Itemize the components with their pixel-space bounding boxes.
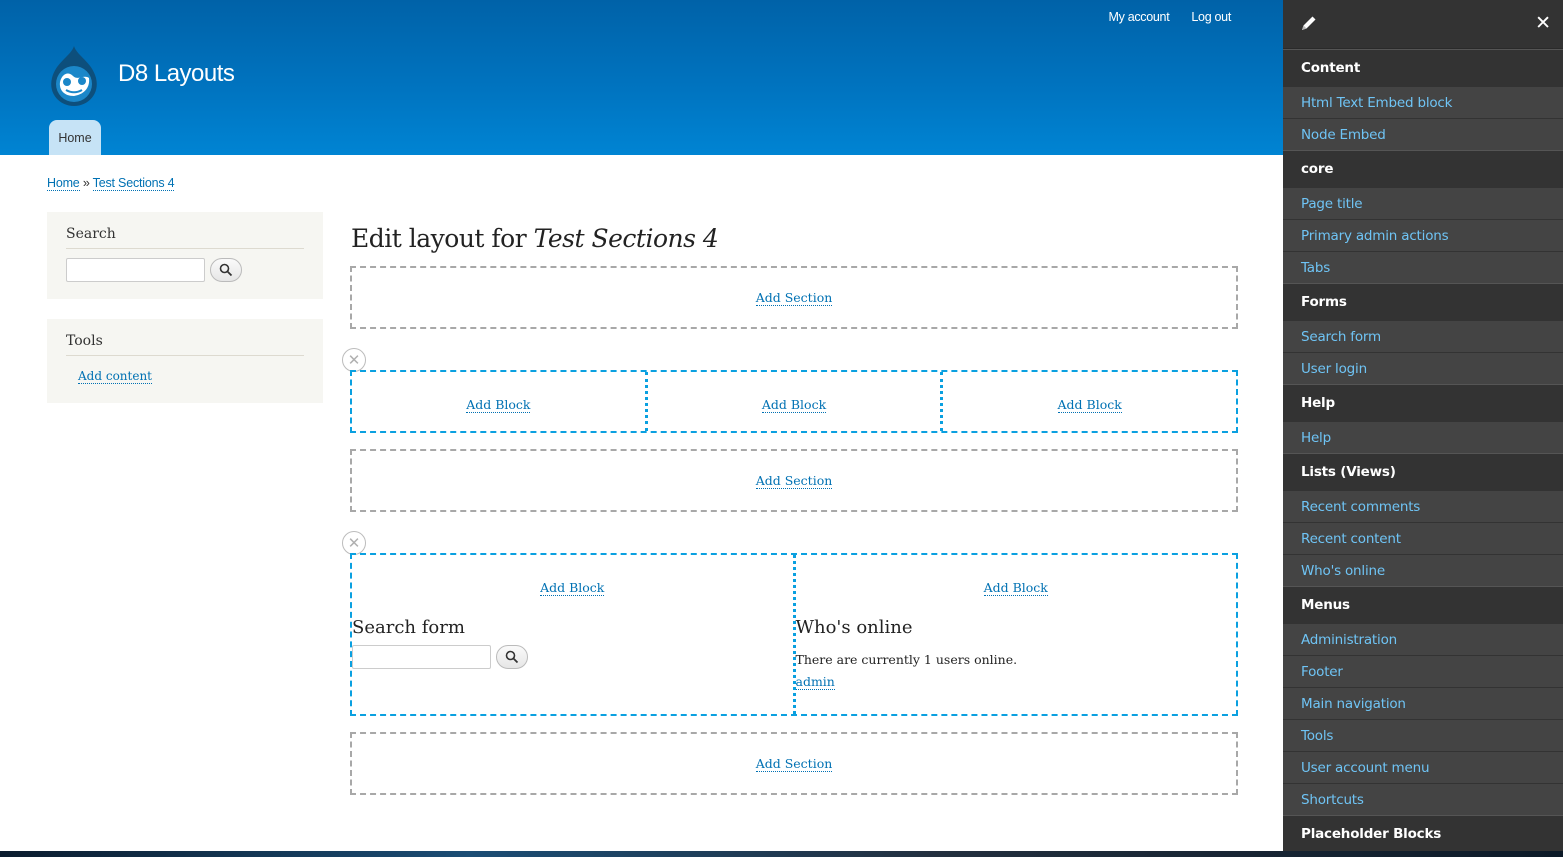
sidebar-search-block: Search <box>47 212 323 299</box>
add-section-link[interactable]: Add Section <box>755 756 833 772</box>
breadcrumb: Home » Test Sections 4 <box>47 176 175 191</box>
block-choice-link[interactable]: Search form <box>1283 320 1563 352</box>
block-choice-link[interactable]: Html Text Embed block <box>1283 86 1563 118</box>
whos-online-block-title: Who's online <box>795 617 913 638</box>
block-choice-link[interactable]: Recent comments <box>1283 490 1563 522</box>
search-form-input[interactable] <box>352 645 491 669</box>
sidebar-search-button[interactable] <box>210 258 242 282</box>
add-block-link[interactable]: Add Block <box>761 397 827 413</box>
add-section-box: Add Section <box>350 732 1238 795</box>
search-form-block <box>352 645 528 669</box>
close-icon: ✕ <box>347 351 361 369</box>
my-account-link[interactable]: My account <box>1108 10 1169 24</box>
block-category-title: Help <box>1283 384 1563 421</box>
layout-section-three-col: Add Block Add Block Add Block <box>350 370 1238 433</box>
breadcrumb-separator: » <box>82 176 90 190</box>
layout-region-third: Add Block <box>940 372 1236 431</box>
breadcrumb-home[interactable]: Home <box>47 176 80 191</box>
search-icon <box>505 650 519 664</box>
layout-region-second: Add Block <box>644 372 941 431</box>
close-icon: ✕ <box>347 534 361 552</box>
add-section-link[interactable]: Add Section <box>755 473 833 489</box>
drupal-logo-icon[interactable] <box>46 44 102 108</box>
block-category-title: Forms <box>1283 283 1563 320</box>
whos-online-user-link[interactable]: admin <box>795 674 835 690</box>
block-category-title: Lists (Views) <box>1283 453 1563 490</box>
block-choice-link[interactable]: Tabs <box>1283 251 1563 283</box>
page-title: Edit layout for Test Sections 4 <box>351 224 719 253</box>
block-choice-link[interactable]: Help <box>1283 421 1563 453</box>
block-choice-link[interactable]: Shortcuts <box>1283 783 1563 815</box>
block-choice-link[interactable]: User account menu <box>1283 751 1563 783</box>
block-category-title: Content <box>1283 49 1563 86</box>
search-form-button[interactable] <box>496 645 528 669</box>
panel-header: ✕ <box>1283 0 1563 49</box>
main-nav-home-tab[interactable]: Home <box>49 120 101 155</box>
block-choice-link[interactable]: Who's online <box>1283 554 1563 586</box>
page-title-node: Test Sections 4 <box>533 224 719 253</box>
layout-region-first: Add Block Search form <box>352 555 793 714</box>
close-icon[interactable]: ✕ <box>1535 12 1551 34</box>
whos-online-text: There are currently 1 users online. <box>795 652 1018 667</box>
sidebar-tools-block: Tools Add content <box>47 319 323 403</box>
add-block-link[interactable]: Add Block <box>1057 397 1122 413</box>
layout-region-second: Add Block Who's online There are current… <box>792 555 1237 714</box>
remove-section-button[interactable]: ✕ <box>342 531 366 555</box>
block-choice-link[interactable]: Primary admin actions <box>1283 219 1563 251</box>
add-block-link[interactable]: Add Block <box>540 580 605 596</box>
remove-section-button[interactable]: ✕ <box>342 348 366 372</box>
layout-region-first: Add Block <box>352 372 645 431</box>
search-block-title: Search <box>66 226 304 249</box>
site-header: D8 Layouts My account Log out Home <box>0 0 1283 155</box>
block-choice-link[interactable]: Footer <box>1283 655 1563 687</box>
block-category-title: core <box>1283 150 1563 187</box>
block-choice-link[interactable]: Recent content <box>1283 522 1563 554</box>
block-choice-link[interactable]: Tools <box>1283 719 1563 751</box>
block-choice-link[interactable]: User login <box>1283 352 1563 384</box>
block-category-title: Menus <box>1283 586 1563 623</box>
block-choice-link[interactable]: Administration <box>1283 623 1563 655</box>
sidebar-search-input[interactable] <box>66 258 205 282</box>
add-block-link[interactable]: Add Block <box>466 397 531 413</box>
add-block-link[interactable]: Add Block <box>983 580 1048 596</box>
layout-section-two-col: Add Block Search form Add Block Who's on… <box>350 553 1238 716</box>
add-content-link[interactable]: Add content <box>78 369 152 384</box>
window-bottom-edge <box>0 851 1563 857</box>
block-category-title: Placeholder Blocks <box>1283 815 1563 851</box>
block-choice-link[interactable]: Main navigation <box>1283 687 1563 719</box>
add-section-box: Add Section <box>350 449 1238 512</box>
search-form-block-title: Search form <box>352 617 465 638</box>
block-choice-link[interactable]: Page title <box>1283 187 1563 219</box>
block-category-list: Content Html Text Embed block Node Embed co… <box>1283 49 1563 851</box>
add-section-link[interactable]: Add Section <box>755 290 833 306</box>
site-name[interactable]: D8 Layouts <box>118 60 235 88</box>
pencil-icon <box>1302 16 1316 30</box>
page-title-prefix: Edit layout for <box>351 224 527 253</box>
secondary-menu: My account Log out <box>1108 10 1231 24</box>
tools-block-title: Tools <box>66 333 304 356</box>
log-out-link[interactable]: Log out <box>1191 10 1231 24</box>
block-choice-link[interactable]: Node Embed <box>1283 118 1563 150</box>
search-icon <box>219 263 233 277</box>
breadcrumb-current[interactable]: Test Sections 4 <box>92 176 175 191</box>
add-section-box: Add Section <box>350 266 1238 329</box>
block-chooser-panel: ✕ Content Html Text Embed block Node Embed… <box>1283 0 1563 851</box>
